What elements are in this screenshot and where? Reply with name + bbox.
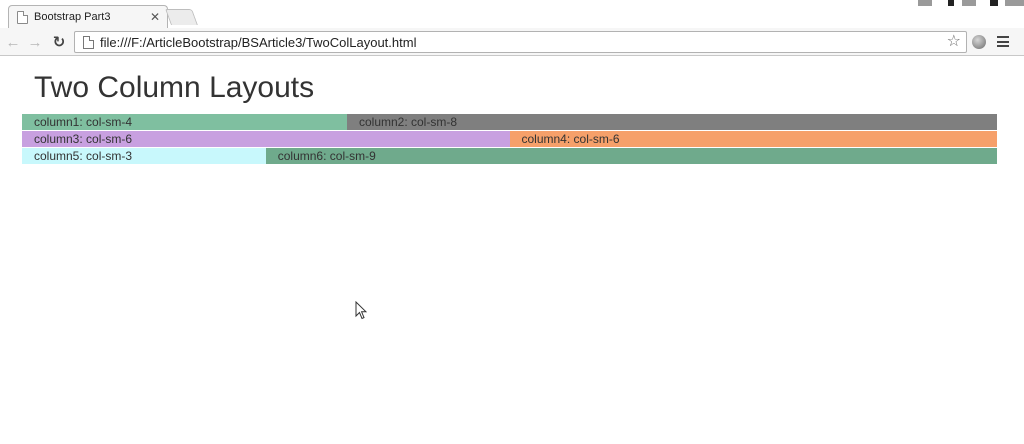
extension-icon[interactable] <box>972 35 986 49</box>
page-content: Two Column Layouts column1: col-sm-4 col… <box>0 57 1024 444</box>
column-label: column2: col-sm-8 <box>358 115 458 129</box>
page-title: Two Column Layouts <box>34 71 315 104</box>
back-button[interactable]: ← <box>4 33 22 51</box>
browser-toolbar: ← → ↻ file:///F:/ArticleBootstrap/BSArti… <box>0 28 1024 56</box>
window-edge <box>1005 0 1024 6</box>
column-label: column6: col-sm-9 <box>277 149 376 163</box>
tab-title: Bootstrap Part3 <box>34 11 111 23</box>
close-window-button[interactable] <box>962 0 976 6</box>
page-icon <box>17 10 28 24</box>
reload-icon: ↻ <box>52 33 66 51</box>
forward-button[interactable]: → <box>26 33 44 51</box>
layout-row-2: column3: col-sm-6 column4: col-sm-6 <box>22 131 997 147</box>
menu-icon[interactable] <box>997 36 1009 47</box>
mouse-cursor-icon <box>355 301 367 320</box>
window-close-icon[interactable] <box>990 0 998 6</box>
close-icon[interactable]: ✕ <box>150 11 160 23</box>
column-4: column4: col-sm-6 <box>509 131 997 147</box>
column-label: column1: col-sm-4 <box>34 115 133 129</box>
url-text[interactable]: file:///F:/ArticleBootstrap/BSArticle3/T… <box>100 35 947 50</box>
bookmark-star-icon[interactable]: ☆ <box>947 34 961 50</box>
column-label: column3: col-sm-6 <box>34 132 133 146</box>
tab-strip: Bootstrap Part3 ✕ <box>0 0 1024 28</box>
minimize-button[interactable] <box>918 0 932 6</box>
back-arrow-icon: ← <box>5 33 21 51</box>
layout-row-3: column5: col-sm-3 column6: col-sm-9 <box>22 148 997 164</box>
column-1: column1: col-sm-4 <box>22 114 347 130</box>
column-label: column5: col-sm-3 <box>34 149 133 163</box>
maximize-button[interactable] <box>948 0 954 6</box>
address-bar[interactable]: file:///F:/ArticleBootstrap/BSArticle3/T… <box>74 31 967 53</box>
column-label: column4: col-sm-6 <box>521 132 620 146</box>
layout-row-1: column1: col-sm-4 column2: col-sm-8 <box>22 114 997 130</box>
browser-tab[interactable]: Bootstrap Part3 ✕ <box>8 5 168 28</box>
file-icon <box>83 35 94 49</box>
column-2: column2: col-sm-8 <box>346 114 997 130</box>
column-3: column3: col-sm-6 <box>22 131 510 147</box>
forward-arrow-icon: → <box>27 33 43 51</box>
reload-button[interactable]: ↻ <box>50 33 68 51</box>
new-tab-button[interactable] <box>165 9 198 25</box>
column-6: column6: col-sm-9 <box>265 148 997 164</box>
column-5: column5: col-sm-3 <box>22 148 266 164</box>
